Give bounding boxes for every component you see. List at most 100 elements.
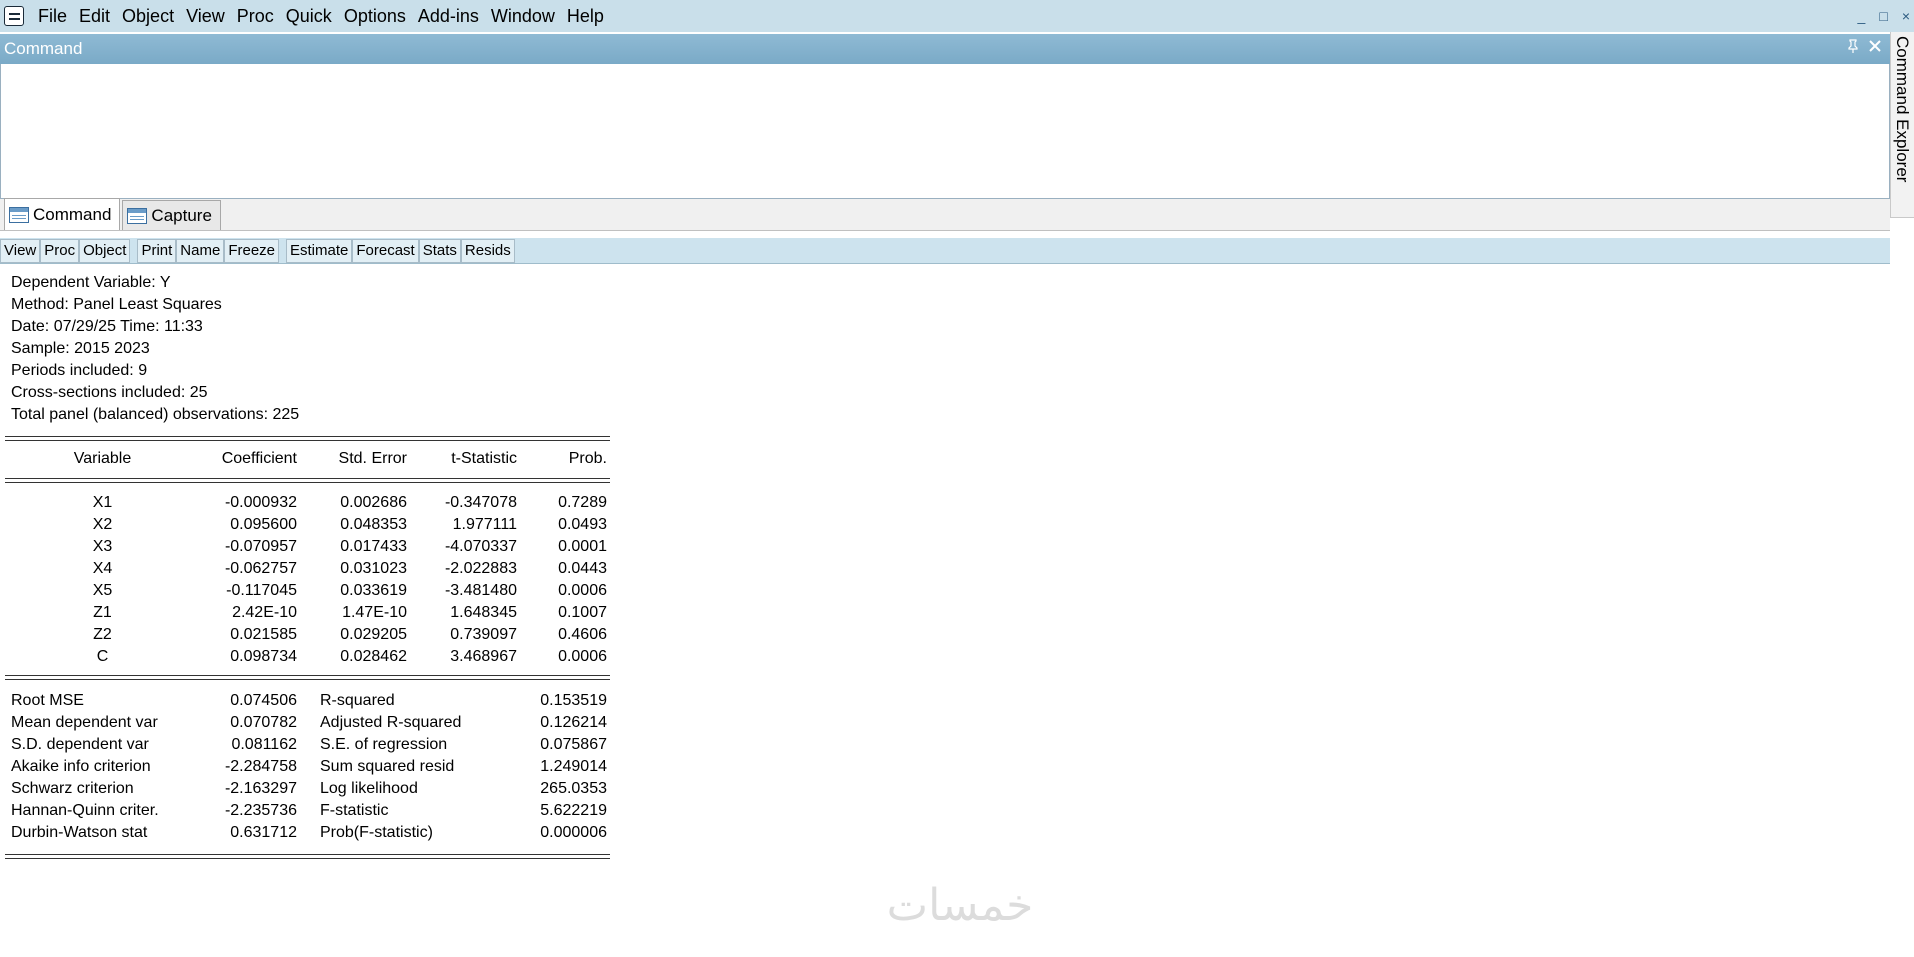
object-button[interactable]: Object <box>79 238 131 263</box>
pin-icon[interactable] <box>1846 34 1860 64</box>
stat-label: Sum squared resid <box>320 758 455 775</box>
coef-cell-std-error: 1.47E-10 <box>342 604 407 621</box>
command-explorer-label[interactable]: Command Explorer <box>1892 36 1912 216</box>
coef-cell-std-error: 0.002686 <box>340 494 407 511</box>
coef-cell-variable: X5 <box>92 582 113 599</box>
coef-cell-variable: X3 <box>92 538 113 555</box>
close-window-icon[interactable]: × <box>1902 8 1910 24</box>
proc-button[interactable]: Proc <box>40 238 80 263</box>
coef-cell-coefficient: 0.095600 <box>230 516 297 533</box>
dependent-variable: Dependent Variable: Y <box>11 274 171 291</box>
table-icon <box>127 207 148 224</box>
coef-cell-std-error: 0.029205 <box>340 626 407 643</box>
command-input-area[interactable] <box>0 64 1890 199</box>
stat-value: 1.249014 <box>540 758 607 775</box>
column-header-std-error: Std. Error <box>338 450 407 467</box>
coef-cell-t-statistic: -0.347078 <box>444 494 517 511</box>
coef-cell-t-statistic: 3.468967 <box>450 648 517 665</box>
stat-value: 5.622219 <box>540 802 607 819</box>
estimate-button[interactable]: Estimate <box>286 238 353 263</box>
coef-cell-coefficient: 0.098734 <box>230 648 297 665</box>
minimize-icon[interactable]: _ <box>1858 8 1866 24</box>
stats-button[interactable]: Stats <box>418 238 461 263</box>
date-time-line: Date: 07/29/25 Time: 11:33 <box>11 318 203 335</box>
freeze-button[interactable]: Freeze <box>224 238 279 263</box>
column-header-prob: Prob. <box>568 450 607 467</box>
forecast-button[interactable]: Forecast <box>352 238 419 263</box>
cross-sections-line: Cross-sections included: 25 <box>11 384 208 401</box>
coef-cell-std-error: 0.017433 <box>340 538 407 555</box>
stat-label: Mean dependent var <box>11 714 158 731</box>
coef-cell-prob: 0.0443 <box>558 560 607 577</box>
stat-label: Akaike info criterion <box>11 758 151 775</box>
coef-cell-coefficient: 0.021585 <box>230 626 297 643</box>
stat-label: Hannan-Quinn criter. <box>11 802 159 819</box>
menu-bar: File Edit Object View Proc Quick Options… <box>0 0 1914 32</box>
stat-label: Root MSE <box>11 692 84 709</box>
tab-command-label: Command <box>33 204 112 224</box>
view-button[interactable]: View <box>0 238 41 263</box>
coef-cell-t-statistic: 1.648345 <box>450 604 517 621</box>
close-icon[interactable] <box>1868 34 1882 64</box>
coef-cell-t-statistic: 1.977111 <box>452 516 517 533</box>
coef-cell-coefficient: 2.42E-10 <box>232 604 297 621</box>
coef-cell-variable: X2 <box>92 516 113 533</box>
menu-view[interactable]: View <box>180 0 231 32</box>
coef-cell-variable: X1 <box>92 494 113 511</box>
menu-window[interactable]: Window <box>485 0 561 32</box>
coef-cell-std-error: 0.033619 <box>340 582 407 599</box>
coef-cell-std-error: 0.028462 <box>340 648 407 665</box>
coef-cell-prob: 0.0493 <box>558 516 607 533</box>
coef-cell-variable: C <box>96 648 109 665</box>
menu-help[interactable]: Help <box>561 0 610 32</box>
coef-cell-variable: X4 <box>92 560 113 577</box>
print-button[interactable]: Print <box>137 238 177 263</box>
menu-add-ins[interactable]: Add-ins <box>412 0 485 32</box>
coef-cell-t-statistic: -4.070337 <box>444 538 517 555</box>
menu-quick[interactable]: Quick <box>280 0 338 32</box>
menu-options[interactable]: Options <box>338 0 412 32</box>
command-tabs: Command Capture <box>0 198 1890 231</box>
stat-label: Schwarz criterion <box>11 780 134 797</box>
stat-value: 265.0353 <box>540 780 607 797</box>
stat-value: 0.070782 <box>230 714 297 731</box>
coef-cell-variable: Z1 <box>93 604 112 621</box>
restore-icon[interactable]: □ <box>1879 8 1887 24</box>
table-rule-bottom <box>5 854 610 859</box>
stat-label: F-statistic <box>320 802 389 819</box>
table-icon <box>9 206 29 223</box>
stat-value: 0.631712 <box>230 824 297 841</box>
watermark-logo: خمسات <box>886 880 1034 931</box>
menu-proc[interactable]: Proc <box>231 0 280 32</box>
coef-cell-prob: 0.1007 <box>558 604 607 621</box>
coef-cell-variable: Z2 <box>93 626 112 643</box>
column-header-variable: Variable <box>73 450 132 467</box>
coef-cell-coefficient: -0.000932 <box>224 494 297 511</box>
menu-file[interactable]: File <box>32 0 73 32</box>
stat-label: Log likelihood <box>320 780 418 797</box>
tab-command[interactable]: Command <box>4 198 121 230</box>
app-menu-icon[interactable] <box>4 6 24 26</box>
tab-capture[interactable]: Capture <box>122 200 221 230</box>
name-button[interactable]: Name <box>176 238 225 263</box>
stat-value: 0.000006 <box>540 824 607 841</box>
stat-label: Prob(F-statistic) <box>320 824 433 841</box>
tab-capture-label: Capture <box>151 205 212 225</box>
coef-cell-prob: 0.7289 <box>558 494 607 511</box>
stat-value: -2.284758 <box>224 758 297 775</box>
table-rule-top <box>5 436 610 441</box>
coef-cell-std-error: 0.031023 <box>340 560 407 577</box>
observations-line: Total panel (balanced) observations: 225 <box>11 406 300 423</box>
coef-cell-coefficient: -0.070957 <box>224 538 297 555</box>
menu-object[interactable]: Object <box>116 0 180 32</box>
coef-cell-prob: 0.0006 <box>558 582 607 599</box>
stat-value: 0.081162 <box>231 736 297 753</box>
stat-value: 0.126214 <box>540 714 607 731</box>
stat-value: -2.163297 <box>224 780 297 797</box>
equation-toolbar: View Proc Object Print Name Freeze Estim… <box>0 238 1890 264</box>
coef-cell-std-error: 0.048353 <box>340 516 407 533</box>
resids-button[interactable]: Resids <box>460 238 515 263</box>
column-header-coefficient: Coefficient <box>221 450 297 467</box>
menu-edit[interactable]: Edit <box>73 0 116 32</box>
stat-label: S.D. dependent var <box>11 736 149 753</box>
